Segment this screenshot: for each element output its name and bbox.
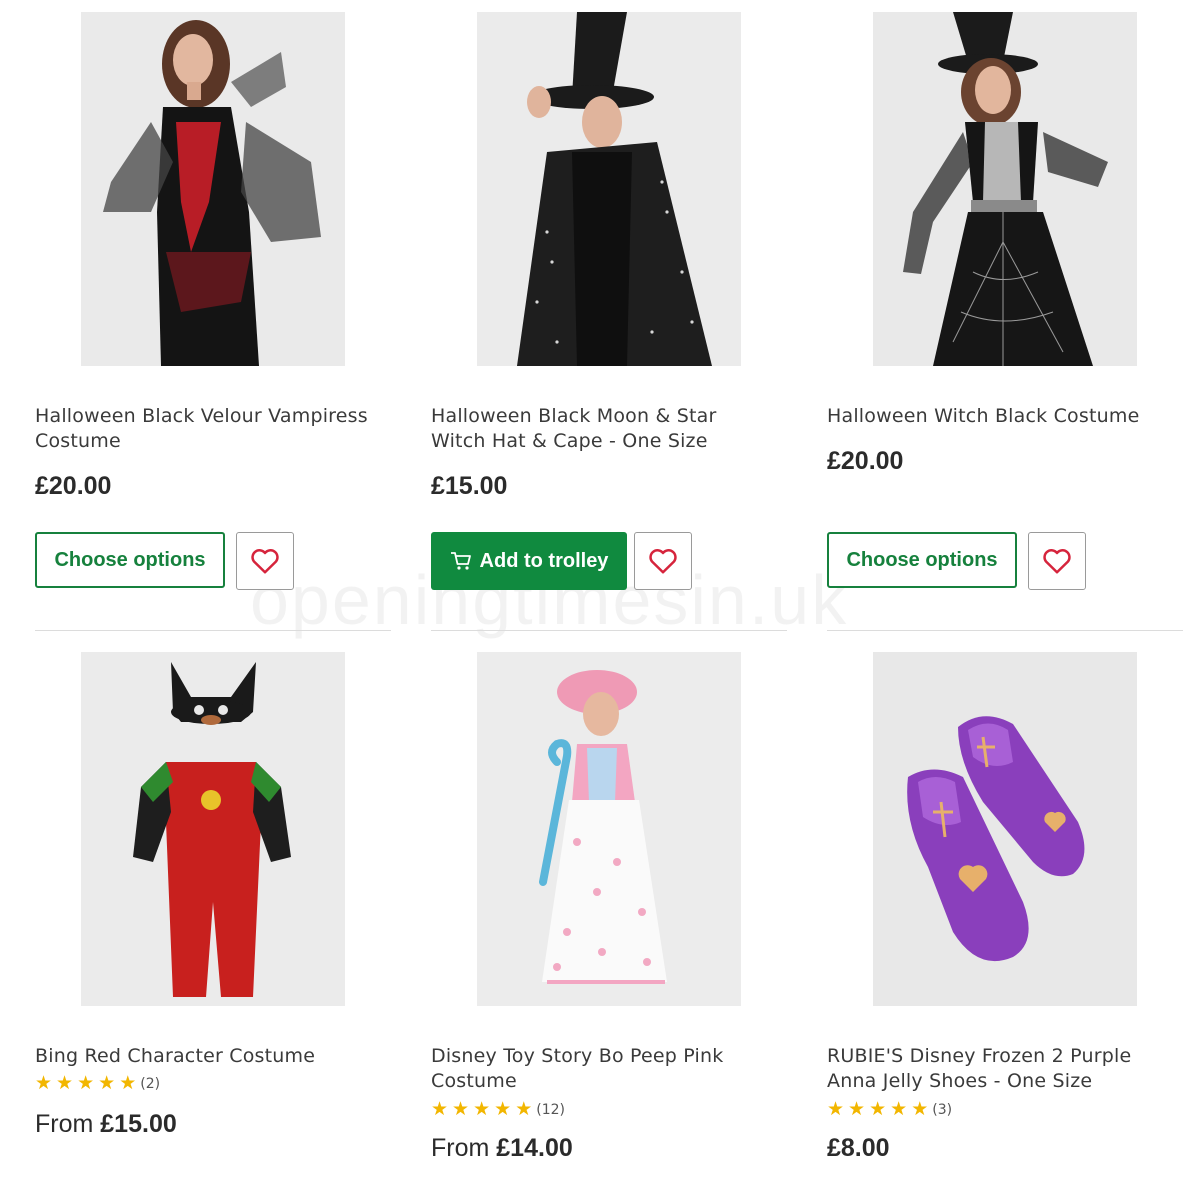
choose-options-button[interactable]: Choose options bbox=[35, 532, 225, 588]
row-divider bbox=[827, 630, 1183, 631]
star-icon: ★ bbox=[515, 1098, 533, 1120]
button-label: Choose options bbox=[54, 548, 206, 571]
product-title[interactable]: Halloween Black Velour Vampiress Costume bbox=[35, 404, 375, 454]
product-rating[interactable]: ★ ★ ★ ★ ★ (3) bbox=[827, 1100, 952, 1119]
star-icon: ★ bbox=[848, 1098, 866, 1120]
product-image[interactable] bbox=[873, 652, 1137, 1006]
price-prefix: From bbox=[35, 1110, 94, 1138]
star-icon: ★ bbox=[452, 1098, 470, 1120]
button-label: Choose options bbox=[846, 548, 998, 571]
product-title[interactable]: Bing Red Character Costume bbox=[35, 1044, 375, 1069]
product-price: £20.00 bbox=[35, 472, 112, 500]
star-icon: ★ bbox=[494, 1098, 512, 1120]
product-image[interactable] bbox=[873, 12, 1137, 366]
product-image[interactable] bbox=[81, 652, 345, 1006]
star-icon: ★ bbox=[98, 1072, 116, 1094]
star-icon: ★ bbox=[911, 1098, 929, 1120]
product-price: From £14.00 bbox=[431, 1134, 573, 1163]
wishlist-button[interactable] bbox=[236, 532, 294, 590]
trolley-icon bbox=[450, 552, 471, 570]
wishlist-button[interactable] bbox=[634, 532, 692, 590]
heart-icon bbox=[649, 549, 677, 574]
heart-icon bbox=[251, 549, 279, 574]
product-title[interactable]: RUBIE'S Disney Frozen 2 Purple Anna Jell… bbox=[827, 1044, 1167, 1094]
star-icon: ★ bbox=[869, 1098, 887, 1120]
product-price: £15.00 bbox=[431, 472, 508, 500]
product-title[interactable]: Disney Toy Story Bo Peep Pink Costume bbox=[431, 1044, 771, 1094]
product-title[interactable]: Halloween Black Moon & Star Witch Hat & … bbox=[431, 404, 771, 454]
price-value: £14.00 bbox=[496, 1134, 573, 1162]
product-image[interactable] bbox=[477, 652, 741, 1006]
product-price: £8.00 bbox=[827, 1134, 890, 1162]
product-price: £20.00 bbox=[827, 447, 904, 475]
star-icon: ★ bbox=[56, 1072, 74, 1094]
price-value: £15.00 bbox=[100, 1110, 177, 1138]
star-icon: ★ bbox=[473, 1098, 491, 1120]
add-to-trolley-button[interactable]: Add to trolley bbox=[431, 532, 627, 590]
product-rating[interactable]: ★ ★ ★ ★ ★ (2) bbox=[35, 1074, 160, 1093]
star-icon: ★ bbox=[890, 1098, 908, 1120]
star-icon: ★ bbox=[77, 1072, 95, 1094]
price-prefix: From bbox=[431, 1134, 490, 1162]
product-rating[interactable]: ★ ★ ★ ★ ★ (12) bbox=[431, 1100, 565, 1119]
button-label: Add to trolley bbox=[479, 549, 609, 572]
choose-options-button[interactable]: Choose options bbox=[827, 532, 1017, 588]
rating-count: (2) bbox=[140, 1075, 161, 1092]
heart-icon bbox=[1043, 549, 1071, 574]
product-image[interactable] bbox=[477, 12, 741, 366]
star-icon: ★ bbox=[119, 1072, 137, 1094]
star-icon: ★ bbox=[35, 1072, 53, 1094]
star-icon: ★ bbox=[431, 1098, 449, 1120]
row-divider bbox=[35, 630, 391, 631]
wishlist-button[interactable] bbox=[1028, 532, 1086, 590]
product-image[interactable] bbox=[81, 12, 345, 366]
product-title[interactable]: Halloween Witch Black Costume bbox=[827, 404, 1167, 429]
rating-count: (3) bbox=[932, 1101, 953, 1118]
rating-count: (12) bbox=[536, 1101, 565, 1118]
product-price: From £15.00 bbox=[35, 1110, 177, 1139]
row-divider bbox=[431, 630, 787, 631]
star-icon: ★ bbox=[827, 1098, 845, 1120]
